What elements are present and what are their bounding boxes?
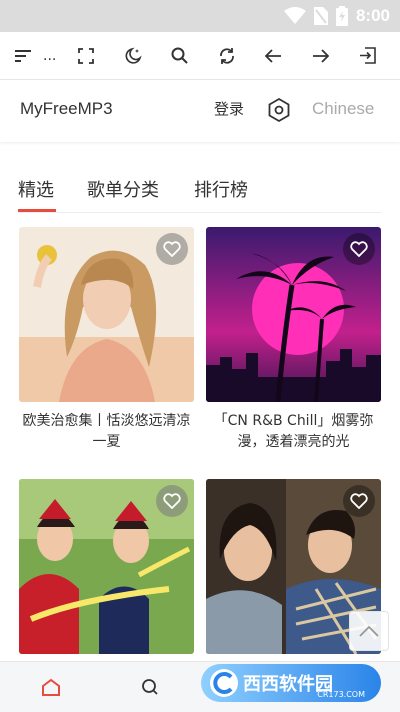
playlist-title[interactable]: 「CN R&B Chill」烟雾弥漫，透着漂亮的光 (206, 411, 381, 453)
forward-button[interactable] (297, 32, 344, 79)
ellipsis-text: ... (43, 47, 57, 64)
status-time: 8:00 (355, 6, 390, 25)
arrow-left-icon (265, 48, 282, 63)
site-header: MyFreeMP3 登录 Chinese (0, 80, 400, 142)
exit-button[interactable] (344, 32, 391, 79)
search-button[interactable] (156, 32, 203, 79)
wifi-icon (283, 7, 306, 24)
site-watermark: 西西软件园 CR173.COM (201, 664, 381, 702)
menu-button[interactable] (0, 32, 47, 79)
watermark-subtext: CR173.COM (317, 690, 365, 699)
refresh-button[interactable] (203, 32, 250, 79)
home-icon (42, 678, 60, 696)
fullscreen-button[interactable] (62, 32, 109, 79)
playlist-cover[interactable] (19, 227, 194, 402)
back-to-top-button[interactable] (349, 611, 389, 651)
playlist-title[interactable]: 欧美治愈集丨恬淡悠远清凉一夏 (19, 411, 194, 453)
site-logo-text[interactable]: MyFreeMP3 (20, 99, 113, 119)
watermark-logo-icon (210, 669, 238, 697)
arrow-right-icon (313, 48, 330, 63)
tab-playlist-categories[interactable]: 歌单分类 (87, 176, 159, 202)
refresh-icon (219, 47, 234, 64)
nav-home-button[interactable] (38, 674, 64, 700)
moon-icon (125, 47, 142, 64)
settings-hexagon-icon[interactable] (266, 97, 292, 123)
search-icon (171, 47, 189, 64)
battery-icon (335, 6, 348, 26)
night-mode-button[interactable] (109, 32, 156, 79)
chevron-up-icon (359, 625, 379, 637)
category-tabs: 精选 歌单分类 排行榜 (18, 176, 382, 213)
heart-icon (163, 493, 181, 509)
favorite-button[interactable] (156, 485, 188, 517)
language-selector[interactable]: Chinese (312, 99, 374, 119)
active-tab-indicator (18, 209, 56, 212)
exit-icon (360, 47, 377, 64)
sort-icon (14, 49, 31, 62)
back-button[interactable] (250, 32, 297, 79)
playlist-card[interactable] (19, 479, 194, 659)
heart-icon (163, 241, 181, 257)
playlist-cover[interactable] (206, 227, 381, 402)
status-bar: 8:00 (0, 0, 400, 32)
heart-icon (350, 241, 368, 257)
search-icon (142, 679, 158, 695)
playlist-card[interactable]: 欧美治愈集丨恬淡悠远清凉一夏 (19, 227, 194, 467)
login-link[interactable]: 登录 (214, 98, 244, 119)
favorite-button[interactable] (343, 485, 375, 517)
heart-icon (350, 493, 368, 509)
playlist-card[interactable]: 「CN R&B Chill」烟雾弥漫，透着漂亮的光 (206, 227, 381, 467)
browser-toolbar: ... (0, 32, 400, 80)
fullscreen-icon (77, 47, 94, 64)
favorite-button[interactable] (343, 233, 375, 265)
nav-search-button[interactable] (137, 674, 163, 700)
tab-charts[interactable]: 排行榜 (194, 176, 248, 202)
playlist-cover[interactable] (19, 479, 194, 654)
tab-featured[interactable]: 精选 (18, 176, 54, 202)
favorite-button[interactable] (156, 233, 188, 265)
sim-icon (313, 7, 328, 25)
